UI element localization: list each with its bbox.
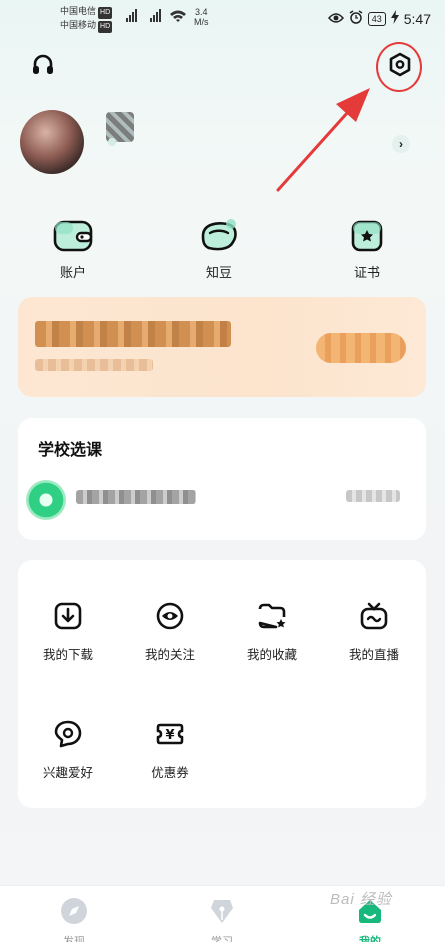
nav-discover[interactable]: 发现	[44, 896, 104, 942]
carrier-2: 中国移动	[60, 20, 97, 30]
alarm-icon	[349, 10, 363, 27]
charging-icon	[390, 10, 399, 27]
grid-item-label: 我的收藏	[246, 648, 297, 662]
banner-subtitle-blurred	[35, 359, 153, 371]
status-right: 43 5:47	[327, 10, 431, 27]
hd-badge: HD	[98, 7, 113, 19]
highlight-circle	[376, 42, 422, 92]
section-title: 学校选课	[38, 442, 103, 459]
nav-study[interactable]: 学习	[192, 896, 252, 942]
avatar[interactable]	[20, 110, 84, 174]
wallet-icon	[51, 218, 95, 254]
quick-action-account[interactable]: 账户	[38, 218, 108, 281]
live-tv-icon	[358, 600, 390, 632]
eye-icon	[154, 600, 186, 632]
hd-badge: HD	[98, 21, 113, 33]
banner-title-blurred	[35, 321, 231, 347]
grid-item-download[interactable]: 我的下载	[23, 600, 113, 663]
battery-indicator: 43	[367, 11, 386, 26]
favorite-folder-icon	[256, 600, 288, 632]
promo-banner[interactable]	[18, 297, 426, 397]
speed-unit: M/s	[194, 17, 209, 27]
grid-item-follow[interactable]: 我的关注	[125, 600, 215, 663]
profile-chevron-icon[interactable]: ›	[392, 135, 410, 153]
bean-icon	[197, 218, 241, 254]
interest-icon	[52, 718, 84, 750]
grid-item-label: 我的直播	[348, 648, 399, 662]
quick-action-label: 账户	[59, 265, 86, 280]
download-icon	[52, 600, 84, 632]
grid-item-coupons[interactable]: ¥ 优惠券	[125, 718, 215, 781]
grid-item-label: 我的下载	[42, 648, 93, 662]
grid-item-label: 优惠券	[151, 766, 189, 780]
grid-item-label: 我的关注	[144, 648, 195, 662]
quick-action-beans[interactable]: 知豆	[184, 218, 254, 281]
quick-action-certificate[interactable]: 证书	[332, 218, 402, 281]
profile-badge-dot	[108, 138, 116, 146]
grid-item-favorites[interactable]: 我的收藏	[227, 600, 317, 663]
annotation-arrow-icon	[270, 80, 380, 195]
nav-label: 我的	[359, 936, 381, 942]
feature-grid-card: 我的下载 我的关注 我的收藏 我的直播 兴趣爱好 ¥ 优惠券	[18, 560, 426, 808]
compass-icon	[61, 898, 87, 924]
school-course-card: 学校选课	[18, 418, 426, 540]
clock: 5:47	[403, 10, 431, 27]
quick-action-label: 知豆	[205, 265, 232, 280]
speed-value: 3.4	[194, 7, 208, 17]
school-name-blurred[interactable]	[76, 490, 196, 504]
nav-label: 学习	[211, 936, 233, 942]
certificate-icon	[345, 218, 389, 254]
status-bar: 中国电信 HD 中国移动 HD 3.4 M/s 43 5:47	[0, 0, 445, 36]
banner-cta-button[interactable]	[316, 333, 406, 363]
grid-item-interests[interactable]: 兴趣爱好	[23, 718, 113, 781]
grid-item-live[interactable]: 我的直播	[329, 600, 419, 663]
headset-icon[interactable]	[30, 52, 56, 78]
quick-action-label: 证书	[353, 265, 380, 280]
svg-text:¥: ¥	[165, 728, 174, 743]
coupon-icon: ¥	[154, 718, 186, 750]
network-speed: 3.4 M/s	[194, 7, 209, 27]
pen-icon	[211, 900, 233, 923]
school-logo[interactable]	[26, 480, 66, 520]
carrier-info: 中国电信 HD 中国移动 HD	[60, 5, 113, 33]
grid-item-label: 兴趣爱好	[42, 766, 93, 780]
signal-icon	[120, 8, 188, 26]
nav-label: 发现	[63, 936, 85, 942]
carrier-1: 中国电信	[60, 6, 97, 16]
school-status-blurred[interactable]	[346, 490, 400, 502]
eye-status-icon	[327, 11, 344, 27]
watermark: Bai 经验	[330, 891, 392, 908]
